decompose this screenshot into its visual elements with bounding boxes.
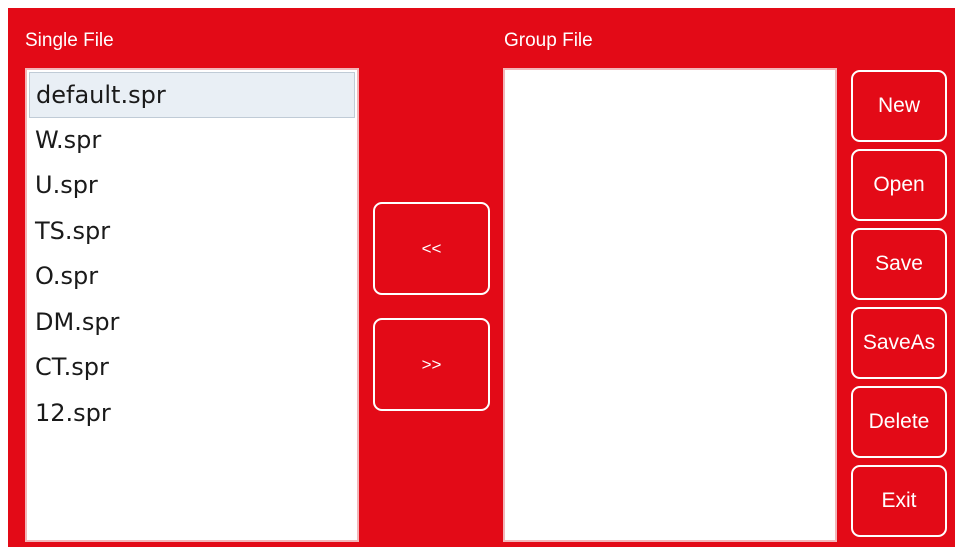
list-item[interactable]: W.spr (29, 118, 355, 164)
new-button[interactable]: New (851, 70, 947, 142)
delete-button[interactable]: Delete (851, 386, 947, 458)
save-as-button[interactable]: SaveAs (851, 307, 947, 379)
list-item[interactable]: U.spr (29, 163, 355, 209)
list-item[interactable]: 12.spr (29, 391, 355, 437)
single-file-label: Single File (25, 30, 114, 51)
list-item[interactable]: DM.spr (29, 300, 355, 346)
save-button[interactable]: Save (851, 228, 947, 300)
group-file-label: Group File (504, 30, 593, 51)
list-item[interactable]: CT.spr (29, 345, 355, 391)
list-item[interactable]: O.spr (29, 254, 355, 300)
list-item[interactable]: TS.spr (29, 209, 355, 255)
move-to-single-button[interactable]: << (373, 202, 490, 295)
move-to-group-button[interactable]: >> (373, 318, 490, 411)
list-item[interactable]: default.spr (29, 72, 355, 118)
single-file-list[interactable]: default.spr W.spr U.spr TS.spr O.spr DM.… (25, 68, 359, 542)
group-file-list[interactable] (503, 68, 837, 542)
file-manager-panel: Single File Group File default.spr W.spr… (8, 8, 955, 547)
open-button[interactable]: Open (851, 149, 947, 221)
exit-button[interactable]: Exit (851, 465, 947, 537)
